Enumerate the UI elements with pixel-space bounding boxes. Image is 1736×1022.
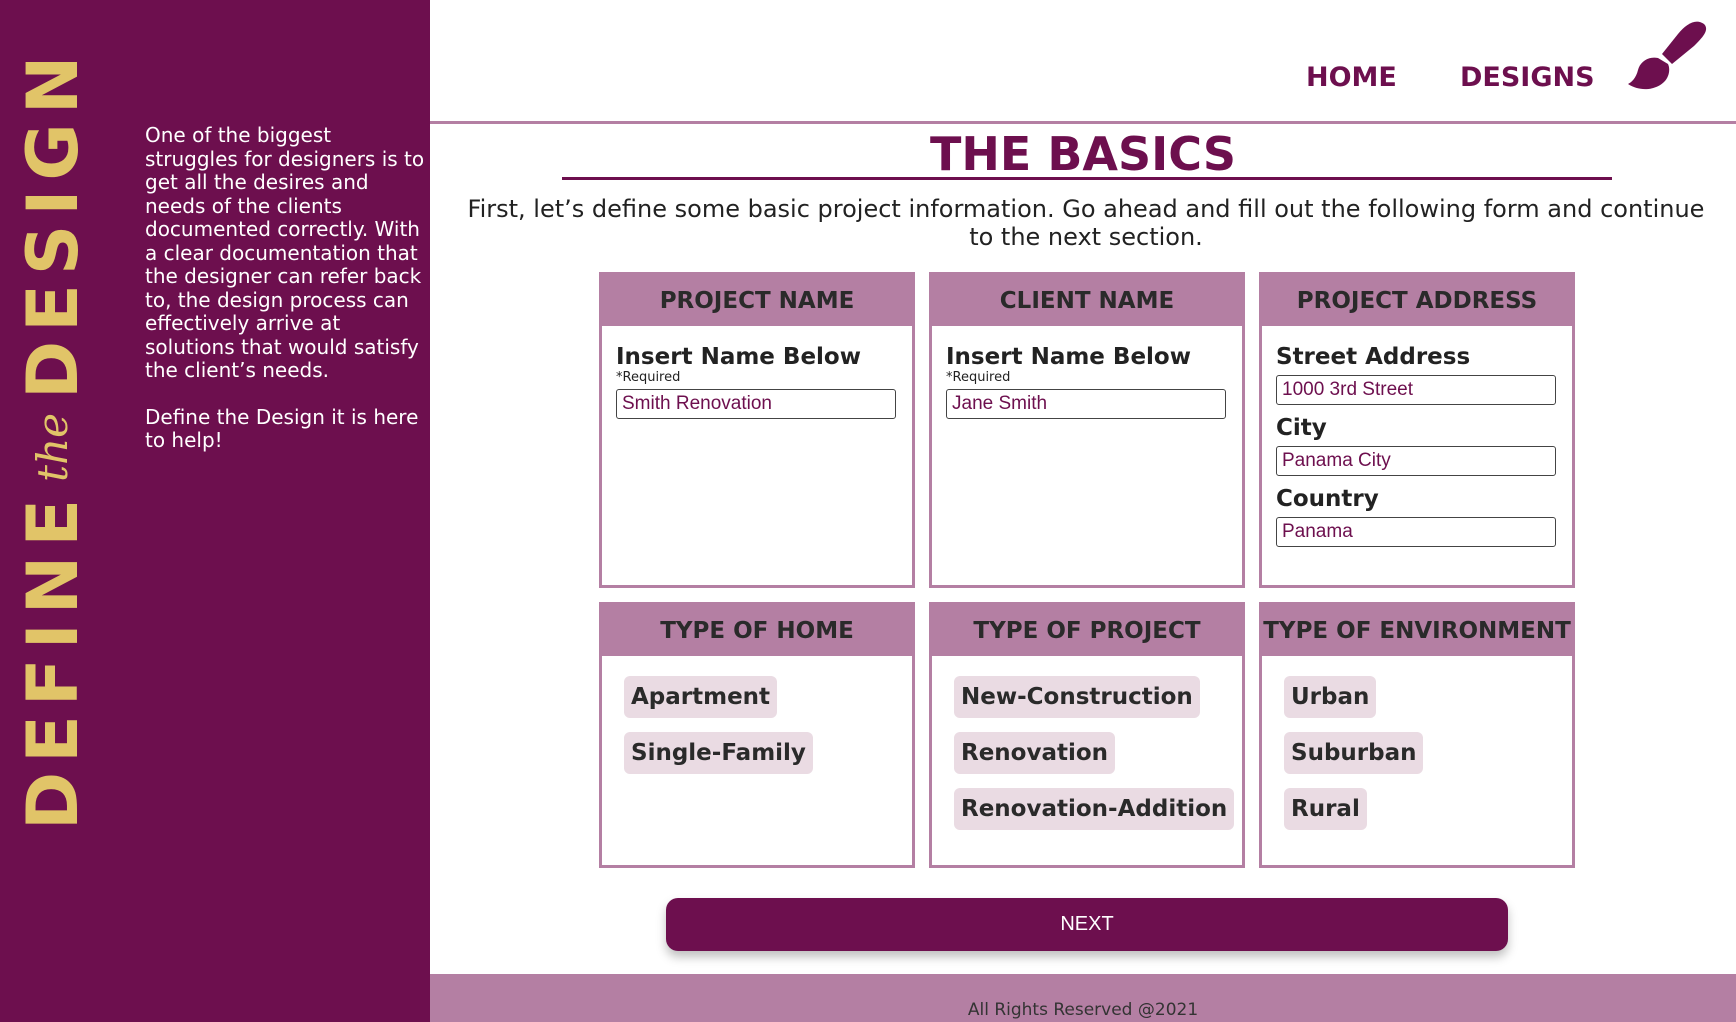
project-name-card: PROJECT NAME Insert Name Below *Required — [599, 272, 915, 588]
paintbrush-icon[interactable] — [1626, 18, 1710, 102]
option-urban[interactable]: Urban — [1284, 676, 1377, 718]
field-label: Insert Name Below — [616, 344, 861, 370]
page-title: THE BASICS — [930, 127, 1236, 181]
footer: All Rights Reserved @2021 — [430, 974, 1736, 1022]
card-header: TYPE OF PROJECT — [932, 605, 1242, 656]
sidebar-paragraph: One of the biggest struggles for designe… — [145, 123, 425, 382]
type-of-home-card: TYPE OF HOME Apartment Single-Family — [599, 602, 915, 868]
sidebar-paragraph: Define the Design it is here to help! — [145, 404, 419, 452]
project-address-card: PROJECT ADDRESS Street Address City Coun… — [1259, 272, 1575, 588]
option-suburban[interactable]: Suburban — [1284, 732, 1424, 774]
project-name-input[interactable] — [616, 389, 896, 419]
option-apartment[interactable]: Apartment — [624, 676, 778, 718]
required-note: *Required — [946, 370, 1011, 385]
sidebar: DEFINE the DESIGN One of the biggest str… — [0, 0, 430, 1022]
title-divider — [562, 177, 1612, 180]
nav-home-link[interactable]: HOME — [1306, 62, 1397, 93]
country-input[interactable] — [1276, 517, 1556, 547]
option-rural[interactable]: Rural — [1284, 788, 1367, 830]
country-label: Country — [1276, 486, 1379, 512]
type-of-environment-card: TYPE OF ENVIRONMENT Urban Suburban Rural — [1259, 602, 1575, 868]
card-header: PROJECT ADDRESS — [1262, 275, 1572, 326]
brand-word-the: the — [28, 413, 77, 482]
option-renovation-addition[interactable]: Renovation-Addition — [954, 788, 1235, 830]
client-name-input[interactable] — [946, 389, 1226, 419]
brand-logo: DEFINE the DESIGN — [12, 47, 94, 830]
required-note: *Required — [616, 370, 681, 385]
option-new-construction[interactable]: New-Construction — [954, 676, 1200, 718]
field-label: Insert Name Below — [946, 344, 1191, 370]
card-header: CLIENT NAME — [932, 275, 1242, 326]
card-header: TYPE OF ENVIRONMENT — [1262, 605, 1572, 656]
city-input[interactable] — [1276, 446, 1556, 476]
client-name-card: CLIENT NAME Insert Name Below *Required — [929, 272, 1245, 588]
copyright-text: All Rights Reserved @2021 — [967, 1000, 1199, 1020]
top-nav: HOME DESIGNS — [430, 0, 1736, 124]
brand-word-design: DESIGN — [12, 46, 94, 400]
intro-text: First, let’s define some basic project i… — [467, 195, 1705, 251]
next-button[interactable]: NEXT — [666, 898, 1508, 951]
nav-designs-link[interactable]: DESIGNS — [1460, 62, 1595, 93]
card-header: TYPE OF HOME — [602, 605, 912, 656]
type-of-project-card: TYPE OF PROJECT New-Construction Renovat… — [929, 602, 1245, 868]
option-renovation[interactable]: Renovation — [954, 732, 1116, 774]
street-address-input[interactable] — [1276, 375, 1556, 405]
street-address-label: Street Address — [1276, 344, 1471, 370]
card-header: PROJECT NAME — [602, 275, 912, 326]
brand-word-define: DEFINE — [12, 489, 94, 830]
city-label: City — [1276, 415, 1327, 441]
sidebar-description: One of the biggest struggles for designe… — [145, 123, 425, 453]
option-single-family[interactable]: Single-Family — [624, 732, 813, 774]
